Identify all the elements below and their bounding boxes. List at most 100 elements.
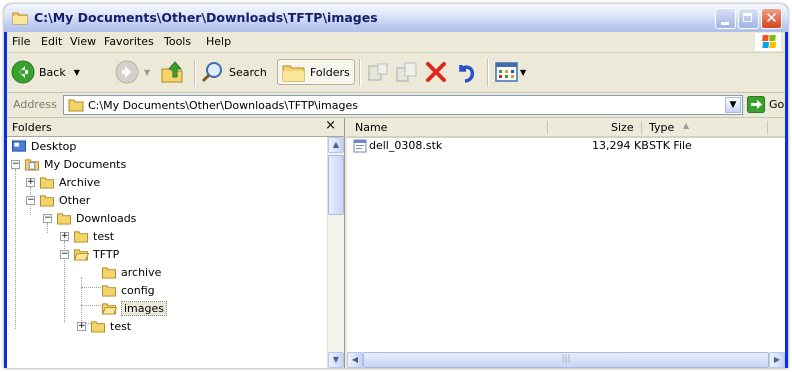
back-button[interactable]: Back ▼: [11, 59, 80, 85]
title-bar[interactable]: C:\My Documents\Other\Downloads\TFTP\ima…: [4, 4, 788, 32]
scroll-up-icon[interactable]: ▲: [328, 137, 344, 153]
folder-icon: [40, 176, 54, 189]
close-icon: ✕: [765, 9, 778, 27]
standard-toolbar: Back ▼ ▼ Search Folders ▼: [7, 53, 785, 93]
up-folder-icon: [161, 61, 183, 83]
forward-dropdown-icon[interactable]: ▼: [144, 68, 150, 77]
folders-pane-title: Folders: [12, 121, 52, 134]
copy-to-button[interactable]: [395, 59, 419, 85]
tree-item-test-sub[interactable]: + test: [77, 317, 131, 335]
undo-button[interactable]: [453, 59, 477, 85]
delete-icon: [426, 62, 446, 82]
column-header-type[interactable]: Type: [649, 121, 674, 134]
toolbar-separator: [359, 59, 361, 86]
menu-favorites[interactable]: Favorites: [104, 35, 154, 48]
column-divider[interactable]: [767, 121, 768, 134]
expand-icon[interactable]: +: [77, 321, 86, 331]
undo-icon: [459, 65, 475, 83]
back-arrow-icon: [11, 60, 35, 84]
desktop-icon: [12, 139, 26, 152]
tree-connector: [15, 169, 16, 329]
column-divider[interactable]: [641, 121, 642, 134]
tree-item-label: test: [110, 319, 132, 333]
menu-edit[interactable]: Edit: [41, 35, 62, 48]
scroll-left-icon[interactable]: ◀: [347, 352, 363, 368]
scroll-down-icon[interactable]: ▼: [328, 352, 344, 368]
move-to-icon: [368, 63, 388, 81]
expand-icon[interactable]: +: [26, 177, 35, 187]
collapse-icon[interactable]: −: [26, 195, 35, 205]
forward-button[interactable]: ▼: [115, 59, 150, 85]
minimize-button[interactable]: [715, 8, 736, 29]
tree-item-archive-sub[interactable]: archive: [101, 263, 161, 281]
tree-item-label: Archive: [59, 175, 101, 189]
up-button[interactable]: [160, 59, 184, 85]
search-label: Search: [229, 65, 267, 79]
tree-item-config[interactable]: config: [101, 281, 155, 299]
address-label: Address: [13, 98, 57, 111]
open-folder-icon: [73, 248, 89, 261]
back-label: Back: [39, 65, 66, 79]
go-label: Go: [769, 98, 785, 111]
column-divider[interactable]: [547, 121, 548, 134]
tree-item-label-selected: images: [121, 300, 167, 316]
maximize-icon: [743, 13, 752, 22]
column-header-size[interactable]: Size: [611, 121, 634, 134]
move-to-button[interactable]: [366, 59, 390, 85]
menu-help[interactable]: Help: [206, 35, 231, 48]
search-button[interactable]: Search: [201, 59, 267, 85]
folders-pane-header: Folders ×: [7, 118, 344, 137]
address-field[interactable]: C:\My Documents\Other\Downloads\TFTP\ima…: [63, 95, 743, 115]
collapse-icon[interactable]: −: [43, 213, 52, 223]
folder-tree: Desktop − My Documents + Archive − Other: [7, 137, 327, 368]
file-row[interactable]: dell_0308.stk 13,294 KB STK File: [347, 138, 785, 154]
folder-icon: [102, 266, 116, 279]
tree-item-label: config: [121, 283, 155, 297]
toolbar-separator: [487, 59, 489, 86]
menu-view[interactable]: View: [70, 35, 96, 48]
scroll-thumb[interactable]: |||: [363, 352, 769, 368]
folders-vertical-scrollbar[interactable]: ▲ ▼: [327, 137, 344, 368]
delete-button[interactable]: [424, 59, 448, 85]
go-button[interactable]: Go: [747, 96, 784, 113]
views-dropdown-icon[interactable]: ▼: [520, 68, 526, 77]
tree-item-images[interactable]: images: [101, 299, 167, 317]
search-icon: [201, 62, 222, 83]
close-button[interactable]: ✕: [761, 8, 782, 29]
tree-item-tftp[interactable]: − TFTP: [60, 245, 119, 263]
collapse-icon[interactable]: −: [60, 249, 69, 259]
tree-item-my-documents[interactable]: − My Documents: [11, 155, 126, 173]
files-horizontal-scrollbar[interactable]: ◀ ||| ▶: [347, 352, 785, 368]
my-documents-icon: [25, 158, 39, 171]
explorer-window: C:\My Documents\Other\Downloads\TFTP\ima…: [4, 4, 788, 368]
tree-item-downloads[interactable]: − Downloads: [43, 209, 136, 227]
tree-item-label: test: [93, 229, 115, 243]
tree-item-desktop[interactable]: Desktop: [11, 137, 76, 155]
sort-ascending-icon: ▲: [683, 121, 690, 130]
maximize-button[interactable]: [738, 8, 759, 29]
scroll-thumb[interactable]: [328, 155, 344, 215]
go-arrow-icon: [747, 96, 765, 113]
close-pane-icon[interactable]: ×: [325, 118, 336, 133]
address-value[interactable]: C:\My Documents\Other\Downloads\TFTP\ima…: [88, 99, 358, 112]
column-header-name[interactable]: Name: [355, 121, 387, 134]
views-button[interactable]: ▼: [495, 59, 526, 85]
scroll-right-icon[interactable]: ▶: [769, 352, 785, 368]
file-type: STK File: [649, 139, 692, 152]
expand-icon[interactable]: +: [60, 231, 69, 241]
menu-file[interactable]: File: [12, 35, 30, 48]
tree-item-archive[interactable]: + Archive: [26, 173, 100, 191]
open-folder-icon: [101, 302, 117, 315]
file-name: dell_0308.stk: [369, 139, 443, 152]
collapse-icon[interactable]: −: [11, 159, 20, 169]
menu-bar: File Edit View Favorites Tools Help: [7, 32, 785, 53]
tree-item-other[interactable]: − Other: [26, 191, 90, 209]
folders-pane: Folders × Desktop − My Documents + Archi…: [7, 118, 345, 368]
back-dropdown-icon[interactable]: ▼: [74, 68, 80, 77]
tree-item-test[interactable]: + test: [60, 227, 114, 245]
address-dropdown-icon[interactable]: ▼: [725, 97, 741, 113]
menu-tools[interactable]: Tools: [164, 35, 191, 48]
folders-icon: [282, 65, 305, 82]
folders-button[interactable]: Folders: [277, 59, 355, 85]
window-client: File Edit View Favorites Tools Help Back…: [7, 32, 785, 368]
